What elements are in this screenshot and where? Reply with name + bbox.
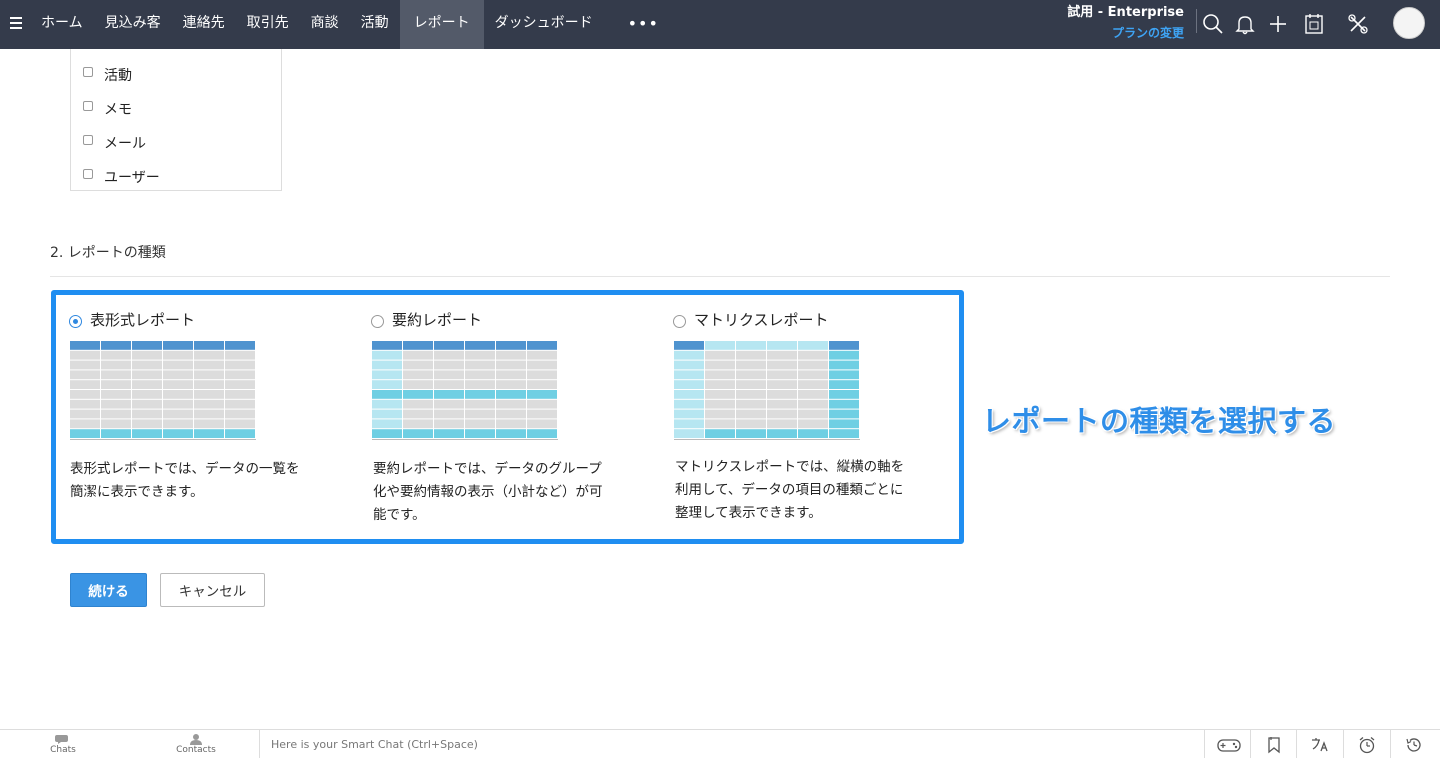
checkbox-label: メール	[104, 136, 146, 152]
checkbox-label: 活動	[104, 68, 132, 84]
radio-button[interactable]	[371, 314, 384, 328]
contacts-button[interactable]: Contacts	[170, 730, 222, 758]
radio-option[interactable]: マトリクスレポート	[673, 309, 829, 330]
nav-item-deals[interactable]: 商談	[300, 0, 350, 49]
search-icon[interactable]	[1200, 11, 1226, 37]
list-item[interactable]: ユーザー	[83, 167, 160, 187]
bell-icon[interactable]	[1232, 11, 1258, 37]
continue-button[interactable]: 続ける	[70, 573, 147, 607]
related-modules-list: 活動 メモ メール ユーザー	[70, 49, 282, 191]
nav-item-activities[interactable]: 活動	[350, 0, 400, 49]
nav-item-home[interactable]: ホーム	[30, 0, 94, 49]
top-navigation-bar: ホーム 見込み客 連絡先 取引先 商談 活動 レポート ダッシュボード ••• …	[0, 0, 1440, 49]
radio-label: 要約レポート	[392, 311, 483, 329]
history-icon[interactable]	[1391, 732, 1437, 758]
bottom-bar: Chats Contacts Here is your Smart Chat (…	[0, 729, 1440, 758]
checkbox[interactable]	[83, 67, 93, 77]
alarm-clock-icon[interactable]	[1344, 732, 1390, 758]
edition-label: 試用 - Enterprise	[1067, 5, 1184, 20]
gamepad-icon[interactable]	[1206, 732, 1252, 758]
divider	[259, 730, 260, 758]
checkbox[interactable]	[83, 169, 93, 179]
radio-option[interactable]: 表形式レポート	[69, 309, 195, 330]
summary-report-thumbnail-icon	[372, 341, 558, 440]
matrix-report-thumbnail-icon	[674, 341, 860, 440]
nav-item-leads[interactable]: 見込み客	[94, 0, 172, 49]
contacts-label: Contacts	[176, 745, 216, 755]
radio-option[interactable]: 要約レポート	[371, 309, 482, 330]
section-title: 2. レポートの種類	[50, 245, 166, 261]
avatar[interactable]	[1393, 7, 1425, 39]
translate-icon[interactable]	[1297, 732, 1343, 758]
annotation-callout: レポートの種類を選択する	[982, 404, 1337, 438]
report-type-description: 表形式レポートでは、データの一覧を 簡潔に表示できます。	[70, 461, 300, 500]
nav-more-button[interactable]: •••	[604, 0, 675, 49]
trial-info: 試用 - Enterprise プランの変更	[1067, 5, 1184, 41]
checkbox[interactable]	[83, 101, 93, 111]
chats-label: Chats	[50, 745, 76, 755]
list-item[interactable]: 活動	[83, 65, 132, 85]
nav-item-reports[interactable]: レポート	[399, 0, 484, 49]
checkbox-label: メモ	[104, 102, 132, 118]
report-type-summary[interactable]: 要約レポート	[371, 309, 482, 330]
report-type-description: 要約レポートでは、データのグループ 化や要約情報の表示（小計など）が可 能です。	[373, 461, 603, 523]
plus-icon[interactable]	[1265, 11, 1291, 37]
checkbox[interactable]	[83, 135, 93, 145]
nav-item-dashboards[interactable]: ダッシュボード	[484, 0, 604, 49]
checkbox-label: ユーザー	[104, 170, 160, 186]
contact-icon	[190, 734, 202, 745]
main-nav: ホーム 見込み客 連絡先 取引先 商談 活動 レポート ダッシュボード •••	[30, 0, 675, 49]
bookmark-icon[interactable]	[1251, 732, 1297, 758]
list-item[interactable]: メール	[83, 133, 146, 153]
calendar-icon[interactable]	[1301, 11, 1327, 37]
radio-button[interactable]	[69, 314, 82, 328]
nav-item-contacts[interactable]: 連絡先	[172, 0, 236, 49]
divider	[1196, 9, 1197, 33]
smart-chat-input[interactable]: Here is your Smart Chat (Ctrl+Space)	[271, 738, 478, 751]
radio-label: 表形式レポート	[90, 311, 196, 329]
chats-button[interactable]: Chats	[40, 730, 86, 758]
hamburger-menu-icon[interactable]	[10, 14, 22, 32]
tools-icon[interactable]	[1345, 11, 1371, 37]
chat-icon	[55, 735, 68, 744]
report-type-tabular[interactable]: 表形式レポート	[69, 309, 195, 330]
cancel-button[interactable]: キャンセル	[160, 573, 265, 607]
tabular-report-thumbnail-icon	[70, 341, 256, 440]
change-plan-link[interactable]: プランの変更	[1067, 25, 1184, 41]
radio-button[interactable]	[673, 314, 686, 328]
nav-item-accounts[interactable]: 取引先	[236, 0, 300, 49]
divider	[1204, 730, 1205, 758]
report-type-description: マトリクスレポートでは、縦横の軸を 利用して、データの項目の種類ごとに 整理して…	[675, 459, 905, 521]
report-type-matrix[interactable]: マトリクスレポート	[673, 309, 829, 330]
list-item[interactable]: メモ	[83, 99, 132, 119]
report-type-selector: 表形式レポート 表形式レポートでは、データの一覧を 簡潔に表示できます。 要約レ…	[51, 290, 964, 544]
radio-label: マトリクスレポート	[694, 311, 829, 329]
divider	[50, 276, 1390, 277]
